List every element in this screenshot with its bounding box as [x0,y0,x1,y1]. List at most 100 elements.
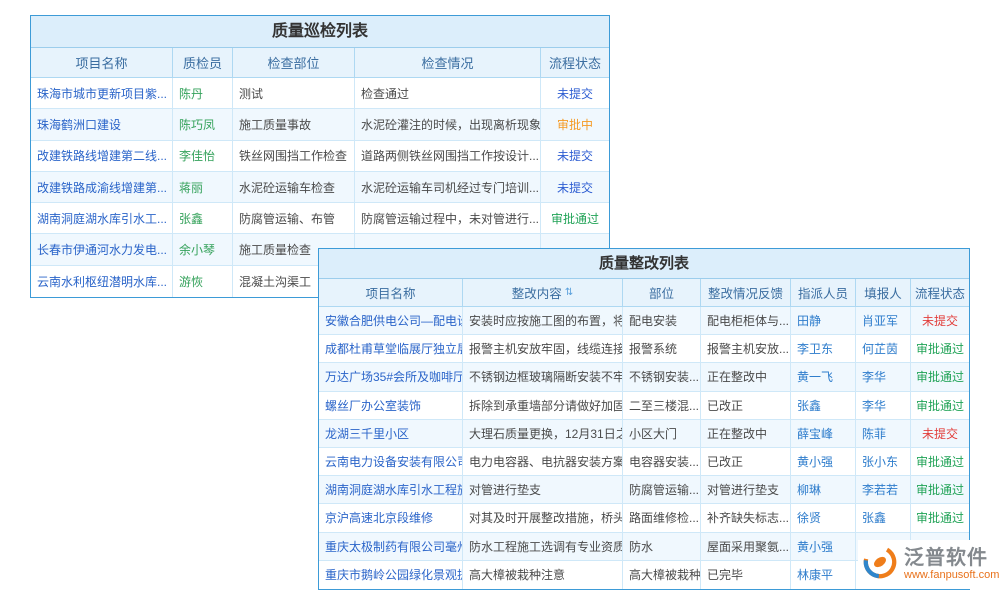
column-header-label: 指派人员 [798,283,848,302]
cell-part: 报警系统 [623,335,701,363]
table-row: 改建铁路成渝线增建第...蒋丽水泥砼运输车检查水泥砼运输车司机经过专门培训...… [31,172,609,203]
cell-feedback: 正在整改中 [701,363,791,391]
cell-status: 审批中 [541,109,609,140]
fanpu-brand-name: 泛普软件 [904,547,999,569]
rectify-table-header-row: 项目名称整改内容⇅部位整改情况反馈指派人员填报人流程状态 [319,279,969,307]
cell-project[interactable]: 龙湖三千里小区 [319,420,463,448]
cell-reporter: 李华 [856,392,911,420]
cell-feedback: 补齐缺失标志... [701,504,791,532]
cell-situation: 道路两侧铁丝网围挡工作按设计... [355,141,541,172]
cell-situation: 水泥砼灌注的时候，出现离析现象 [355,109,541,140]
cell-reporter: 陈菲 [856,420,911,448]
cell-part: 路面维修检... [623,504,701,532]
cell-inspector: 陈丹 [173,78,233,109]
cell-reporter: 李华 [856,363,911,391]
cell-project[interactable]: 改建铁路成渝线增建第... [31,172,173,203]
cell-assignee: 黄一飞 [791,363,856,391]
cell-project[interactable]: 湖南洞庭湖水库引水工程施工M... [319,476,463,504]
cell-project[interactable]: 改建铁路线增建第二线... [31,141,173,172]
cell-inspector: 张鑫 [173,203,233,234]
cell-feedback: 对管进行垫支 [701,476,791,504]
column-header-project: 项目名称 [319,279,463,307]
column-header-label: 检查部位 [267,53,319,72]
column-header-status: 流程状态 [911,279,969,307]
cell-reporter: 李若若 [856,476,911,504]
cell-inspector: 蒋丽 [173,172,233,203]
cell-project[interactable]: 湖南洞庭湖水库引水工... [31,203,173,234]
column-header-label: 项目名称 [365,283,415,302]
cell-reporter: 肖亚军 [856,307,911,335]
column-header-situation: 检查情况 [355,48,541,78]
column-header-label: 流程状态 [915,283,965,302]
table-row: 安徽合肥供电公司—配电设备...安装时应按施工图的布置，将...配电安装配电柜柜… [319,307,969,335]
cell-assignee: 李卫东 [791,335,856,363]
cell-part: 配电安装 [623,307,701,335]
cell-feedback: 已改正 [701,392,791,420]
cell-inspector: 李佳怡 [173,141,233,172]
cell-content: 高大樟被栽种注意 [463,561,623,589]
cell-feedback: 配电柜柜体与... [701,307,791,335]
cell-content: 不锈钢边框玻璃隔断安装不牢... [463,363,623,391]
cell-content: 拆除到承重墙部分请做好加固... [463,392,623,420]
table-row: 珠海市城市更新项目紫...陈丹测试检查通过未提交 [31,78,609,109]
fanpu-logo-icon [862,544,898,585]
column-header-label: 检查情况 [421,53,473,72]
column-header-label: 流程状态 [549,53,601,72]
cell-assignee: 田静 [791,307,856,335]
cell-project[interactable]: 成都杜甫草堂临展厅独立展... [319,335,463,363]
column-header-content[interactable]: 整改内容⇅ [463,279,623,307]
cell-status: 审批通过 [911,476,969,504]
column-header-status: 流程状态 [541,48,609,78]
cell-part: 防水 [623,533,701,561]
cell-content: 对管进行垫支 [463,476,623,504]
cell-assignee: 林康平 [791,561,856,589]
column-header-label: 填报人 [864,283,902,302]
cell-status: 未提交 [911,420,969,448]
cell-content: 防水工程施工选调有专业资质... [463,533,623,561]
cell-project[interactable]: 珠海鹤洲口建设 [31,109,173,140]
sort-icon[interactable]: ⇅ [565,287,573,298]
cell-project[interactable]: 安徽合肥供电公司—配电设备... [319,307,463,335]
cell-inspector: 游恢 [173,266,233,297]
cell-project[interactable]: 重庆太极制药有限公司毫州中... [319,533,463,561]
cell-project[interactable]: 长春市伊通河水力发电... [31,234,173,265]
cell-part: 水泥砼运输车检查 [233,172,355,203]
cell-part: 测试 [233,78,355,109]
cell-status: 未提交 [541,172,609,203]
cell-content: 报警主机安放牢固，线缆连接... [463,335,623,363]
cell-project[interactable]: 云南水利枢纽潜明水库... [31,266,173,297]
cell-assignee: 黄小强 [791,533,856,561]
patrol-table-title: 质量巡检列表 [31,16,609,48]
cell-feedback: 屋面采用聚氨... [701,533,791,561]
column-header-assignee: 指派人员 [791,279,856,307]
cell-content: 对其及时开展整改措施，桥头... [463,504,623,532]
cell-feedback: 正在整改中 [701,420,791,448]
cell-situation: 水泥砼运输车司机经过专门培训... [355,172,541,203]
cell-project[interactable]: 京沪高速北京段维修 [319,504,463,532]
page-canvas: 质量巡检列表 项目名称质检员检查部位检查情况流程状态 珠海市城市更新项目紫...… [0,0,1000,600]
cell-project[interactable]: 珠海市城市更新项目紫... [31,78,173,109]
cell-reporter: 张鑫 [856,504,911,532]
cell-project[interactable]: 云南电力设备安装有限公司20... [319,448,463,476]
cell-part: 二至三楼混... [623,392,701,420]
cell-status: 未提交 [911,307,969,335]
fanpu-brand-url: www.fanpusoft.com [904,569,999,582]
cell-assignee: 徐贤 [791,504,856,532]
cell-feedback: 报警主机安放... [701,335,791,363]
rectify-table-card: 质量整改列表 项目名称整改内容⇅部位整改情况反馈指派人员填报人流程状态 安徽合肥… [318,248,970,590]
cell-part: 铁丝网围挡工作检查 [233,141,355,172]
table-row: 万达广场35#会所及咖啡厅空...不锈钢边框玻璃隔断安装不牢...不锈钢安装..… [319,363,969,391]
cell-project[interactable]: 万达广场35#会所及咖啡厅空... [319,363,463,391]
cell-status: 审批通过 [541,203,609,234]
cell-status: 审批通过 [911,448,969,476]
cell-part: 防腐管运输... [623,476,701,504]
column-header-label: 部位 [649,283,674,302]
cell-project[interactable]: 重庆市鹅岭公园绿化景观提升... [319,561,463,589]
column-header-inspector: 质检员 [173,48,233,78]
cell-situation: 防腐管运输过程中，未对管进行... [355,203,541,234]
cell-project[interactable]: 螺丝厂办公室装饰 [319,392,463,420]
cell-status: 审批通过 [911,392,969,420]
cell-part: 施工质量事故 [233,109,355,140]
table-row: 龙湖三千里小区大理石质量更换，12月31日之...小区大门正在整改中薛宝峰陈菲未… [319,420,969,448]
cell-inspector: 余小琴 [173,234,233,265]
